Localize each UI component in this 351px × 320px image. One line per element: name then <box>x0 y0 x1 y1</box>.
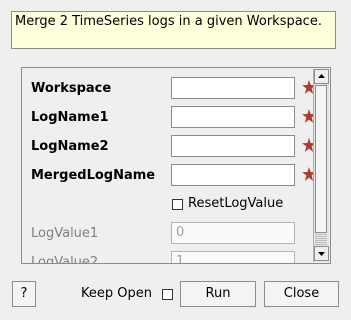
mergedlogname-label: MergedLogName <box>31 168 156 183</box>
logname1-label: LogName1 <box>31 110 109 125</box>
scroll-thumb[interactable] <box>315 85 327 233</box>
logvalue1-field[interactable]: 0 <box>171 222 295 244</box>
keep-open-checkbox[interactable] <box>162 289 173 300</box>
run-button[interactable]: Run <box>180 281 256 307</box>
logname2-label: LogName2 <box>31 139 109 154</box>
logvalue2-label: LogValue2 <box>31 255 99 264</box>
reset-log-value-checkbox[interactable] <box>172 199 183 210</box>
mergedlogname-field[interactable] <box>171 164 295 186</box>
workspace-label: Workspace <box>31 81 112 96</box>
close-button[interactable]: Close <box>264 281 339 307</box>
arrow-up-icon <box>318 74 325 78</box>
help-button[interactable]: ? <box>12 281 36 307</box>
property-row-logname1: LogName1 <box>22 106 322 130</box>
properties-scrollbar[interactable] <box>313 69 329 262</box>
arrow-down-icon <box>318 252 325 256</box>
logvalue1-label: LogValue1 <box>31 226 99 241</box>
logname2-field[interactable] <box>171 135 295 157</box>
scroll-track <box>315 234 327 245</box>
logvalue2-field[interactable]: 1 <box>171 251 295 263</box>
property-row-logvalue1: LogValue1 0 <box>22 222 312 246</box>
property-row-workspace: Workspace <box>22 77 322 101</box>
property-row-logvalue2: LogValue2 1 <box>22 251 312 264</box>
properties-panel: Workspace LogName1 LogName2 MergedLogNam… <box>21 67 331 264</box>
logname1-field[interactable] <box>171 106 295 128</box>
algorithm-description: Merge 2 TimeSeries logs in a given Works… <box>11 11 336 49</box>
scroll-up-button[interactable] <box>314 69 329 84</box>
property-row-mergedlogname: MergedLogName <box>22 164 322 188</box>
reset-log-value-label: ResetLogValue <box>188 196 284 211</box>
keep-open-label: Keep Open <box>81 286 152 301</box>
scroll-down-button[interactable] <box>314 246 329 261</box>
reset-log-value-row[interactable]: ResetLogValue <box>171 194 311 218</box>
property-row-logname2: LogName2 <box>22 135 322 159</box>
workspace-field[interactable] <box>171 77 295 99</box>
